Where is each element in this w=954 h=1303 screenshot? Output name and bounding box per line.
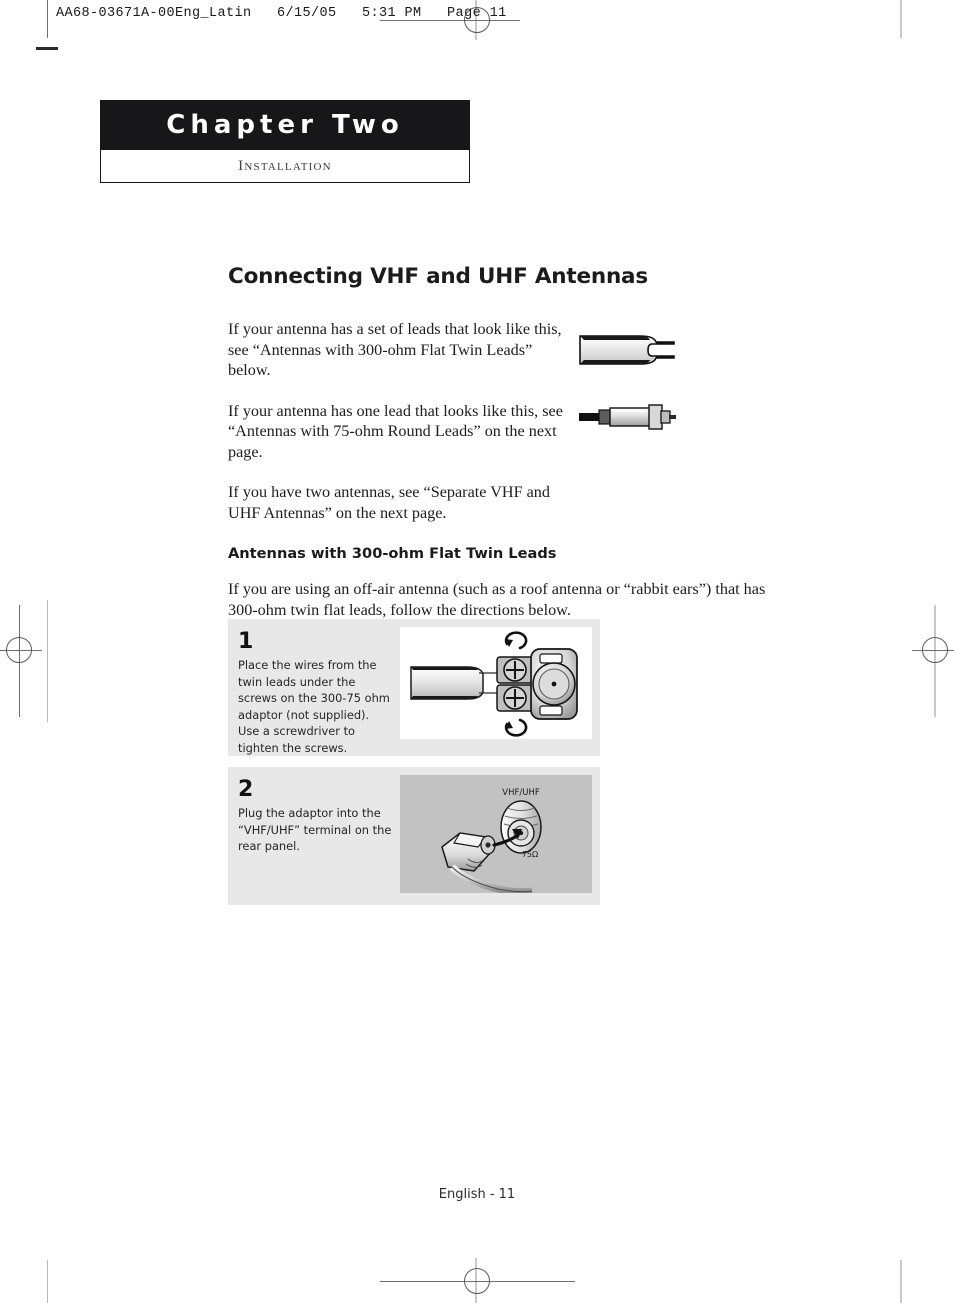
print-job-slug: AA68-03671A-00Eng_Latin 6/15/05 5:31 PM … [56, 6, 507, 21]
step-item: 1 Place the wires from the twin leads un… [228, 619, 600, 756]
intro-paragraph-1: If your antenna has a set of leads that … [228, 320, 562, 379]
crop-rule-left [47, 600, 48, 722]
registration-mark-right [922, 637, 948, 663]
subsection-intro-paragraph: If you are using an off-air antenna (suc… [228, 580, 766, 619]
main-content: Connecting VHF and UHF Antennas If your … [228, 264, 788, 640]
instruction-steps: 1 Place the wires from the twin leads un… [228, 619, 600, 905]
registration-mark-bottom [464, 1268, 490, 1294]
crop-tick-top-left [36, 47, 58, 50]
chapter-banner: Chapter Two Installation [100, 100, 470, 183]
manual-page: AA68-03671A-00Eng_Latin 6/15/05 5:31 PM … [0, 0, 954, 1303]
crop-rule-top-left [47, 0, 48, 38]
round-coaxial-lead-connector-icon [579, 404, 676, 430]
crop-rule-bottom-right [900, 1260, 902, 1303]
intro-paragraph-3: If you have two antennas, see “Separate … [228, 483, 550, 522]
intro-paragraph-2: If your antenna has one lead that looks … [228, 401, 563, 461]
step-text-block: 1 Place the wires from the twin leads un… [228, 619, 400, 768]
step-number: 1 [238, 629, 254, 654]
flat-twin-lead-cable-icon [579, 335, 675, 365]
terminal-label-text: VHF/UHF [502, 788, 540, 798]
lead-type-figures [578, 330, 688, 436]
step-instruction: Place the wires from the twin leads unde… [238, 658, 390, 755]
impedance-label-text: 75Ω [522, 850, 538, 859]
step-instruction: Plug the adaptor into the “VHF/UHF” term… [238, 806, 392, 853]
step-number: 2 [238, 777, 254, 802]
step-figure-panel: VHF/UHF 75Ω [400, 775, 592, 893]
step-text-block: 2 Plug the adaptor into the “VHF/UHF” te… [228, 767, 400, 867]
registration-mark-left [6, 637, 32, 663]
crop-rule-top-right [900, 0, 902, 38]
step-figure-panel [400, 627, 592, 739]
chapter-subtitle-bar: Installation [100, 150, 470, 183]
page-footer: English - 11 [438, 1187, 516, 1202]
rear-panel-vhf-uhf-terminal-icon: VHF/UHF 75Ω [441, 788, 542, 893]
step-item: 2 Plug the adaptor into the “VHF/UHF” te… [228, 767, 600, 905]
chapter-subtitle: Installation [238, 157, 332, 174]
page-title: Connecting VHF and UHF Antennas [228, 264, 648, 289]
chapter-title: Chapter Two [166, 110, 404, 140]
crop-rule-bottom-left [47, 1260, 48, 1303]
figure-spacer [578, 375, 688, 403]
adaptor-screw-terminals-icon [409, 631, 578, 737]
chapter-title-bar: Chapter Two [100, 100, 470, 150]
subsection-title: Antennas with 300-ohm Flat Twin Leads [228, 545, 557, 562]
